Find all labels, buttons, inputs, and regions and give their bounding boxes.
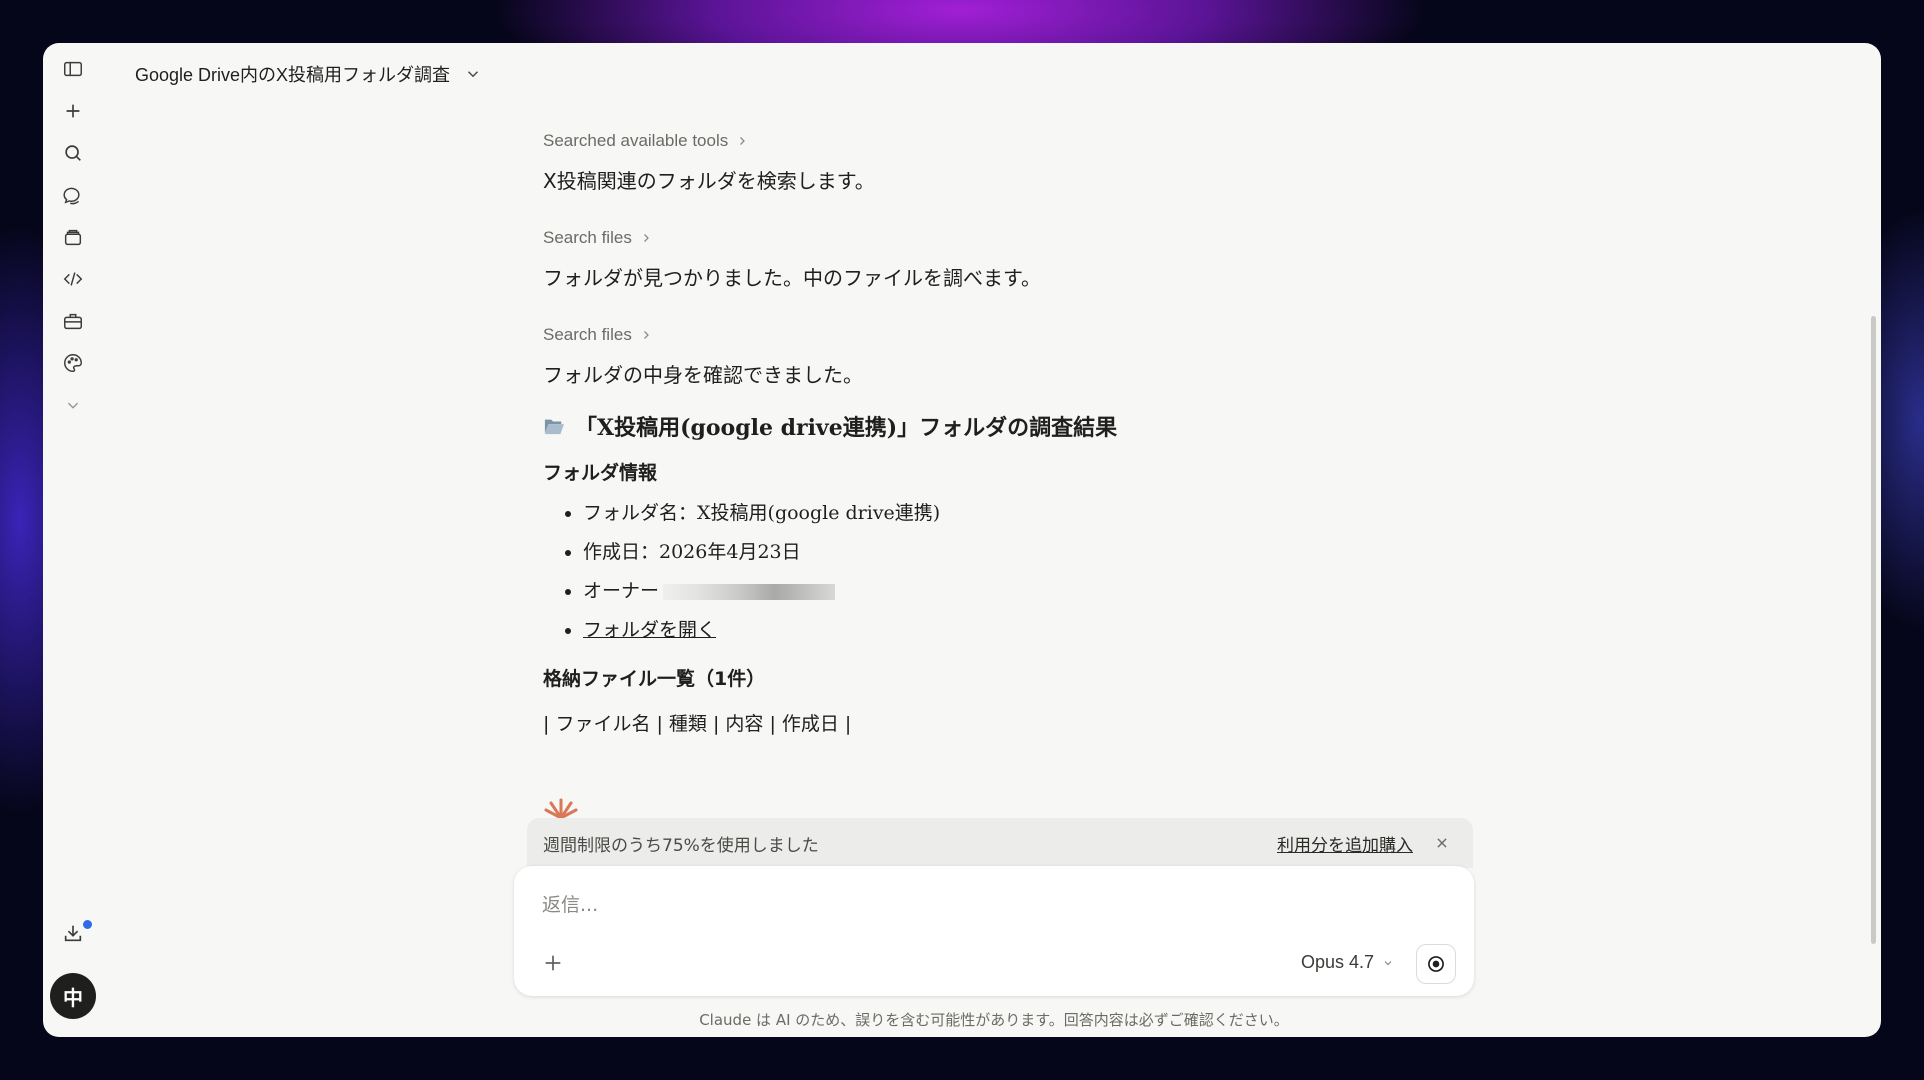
tools-button[interactable] <box>58 306 88 336</box>
reply-input[interactable] <box>540 884 1444 926</box>
sidebar-toggle-icon[interactable] <box>58 54 88 84</box>
scrollbar[interactable] <box>1871 316 1876 944</box>
chats-icon <box>63 187 80 205</box>
chats-button[interactable] <box>58 180 88 210</box>
list-item: 作成日：2026年4月23日 <box>583 540 1303 564</box>
list-item: オーナー <box>583 579 1303 603</box>
projects-button[interactable] <box>58 222 88 252</box>
projects-icon <box>64 229 82 246</box>
ai-disclaimer: Claude は AI のため、誤りを含む可能性があります。回答内容は必ずご確認… <box>699 1011 1289 1029</box>
chevron-down-icon <box>1384 960 1392 965</box>
toolbox-icon <box>64 313 82 330</box>
list-item: フォルダを開く <box>583 618 1303 642</box>
chevron-down-icon <box>67 402 79 409</box>
tool-call-label: Search files <box>543 228 632 247</box>
more-button[interactable] <box>58 390 88 420</box>
chevron-right-icon <box>740 137 746 145</box>
model-label: Opus 4.7 <box>1300 952 1374 972</box>
new-chat-button[interactable] <box>58 96 88 126</box>
usage-limit-banner: 週間制限のうち75%を使用しました 利用分を追加購入 <box>527 818 1473 868</box>
list-item: フォルダ名：X投稿用(google drive連携) <box>583 501 1303 525</box>
assistant-message: X投稿関連のフォルダを検索します。 <box>543 169 875 193</box>
chevron-right-icon <box>643 331 649 339</box>
chat-title: Google Drive内のX投稿用フォルダ調査 <box>135 65 451 85</box>
code-button[interactable] <box>58 264 88 294</box>
conversation: Searched available tools X投稿関連のフォルダを検索しま… <box>543 131 1303 736</box>
avatar[interactable]: 中 <box>50 973 96 1019</box>
plus-icon[interactable] <box>542 952 564 974</box>
app-window: 中 Google Drive内のX投稿用フォルダ調査 Searched avai… <box>43 43 1881 1037</box>
search-icon <box>65 145 81 161</box>
tool-call-search-files[interactable]: Search files <box>543 325 1303 345</box>
chat-title-dropdown[interactable]: Google Drive内のX投稿用フォルダ調査 <box>135 61 482 87</box>
palette-icon <box>64 354 82 372</box>
buy-more-link[interactable]: 利用分を追加購入 <box>1277 831 1413 856</box>
close-icon[interactable] <box>1435 836 1449 850</box>
assistant-message: フォルダの中身を確認できました。 <box>543 363 863 387</box>
section-folder-info: フォルダ情報 <box>543 462 658 484</box>
tool-call-searched-tools[interactable]: Searched available tools <box>543 131 1303 151</box>
result-heading: 「X投稿用(google drive連携)」フォルダの調査結果 <box>543 410 1303 442</box>
sidebar: 中 <box>43 43 105 1037</box>
open-folder-icon <box>544 419 564 435</box>
search-button[interactable] <box>58 138 88 168</box>
tool-call-search-files[interactable]: Search files <box>543 228 1303 248</box>
chevron-right-icon <box>643 234 649 242</box>
voice-mode-button[interactable] <box>1416 944 1456 984</box>
folder-info-list: フォルダ名：X投稿用(google drive連携) 作成日：2026年4月23… <box>543 501 1303 642</box>
model-selector[interactable]: Opus 4.7 <box>1301 952 1394 973</box>
tool-call-label: Search files <box>543 325 632 344</box>
usage-text: 週間制限のうち75%を使用しました <box>543 835 819 856</box>
record-icon <box>1428 956 1444 972</box>
chevron-down-icon <box>468 71 479 78</box>
tool-call-label: Searched available tools <box>543 131 729 150</box>
plus-icon <box>66 104 80 118</box>
composer: Opus 4.7 <box>514 866 1474 996</box>
assistant-message: フォルダが見つかりました。中のファイルを調べます。 <box>543 266 1041 290</box>
table-header-row: | ファイル名 | 種類 | 内容 | 作成日 | <box>543 713 852 735</box>
redacted-owner <box>663 584 836 600</box>
code-icon <box>63 272 83 286</box>
section-file-list: 格納ファイル一覧（1件） <box>543 668 766 690</box>
notification-dot <box>81 918 94 931</box>
claude-spark-icon <box>544 798 578 818</box>
artifacts-button[interactable] <box>58 348 88 378</box>
open-folder-link[interactable]: フォルダを開く <box>583 619 716 641</box>
